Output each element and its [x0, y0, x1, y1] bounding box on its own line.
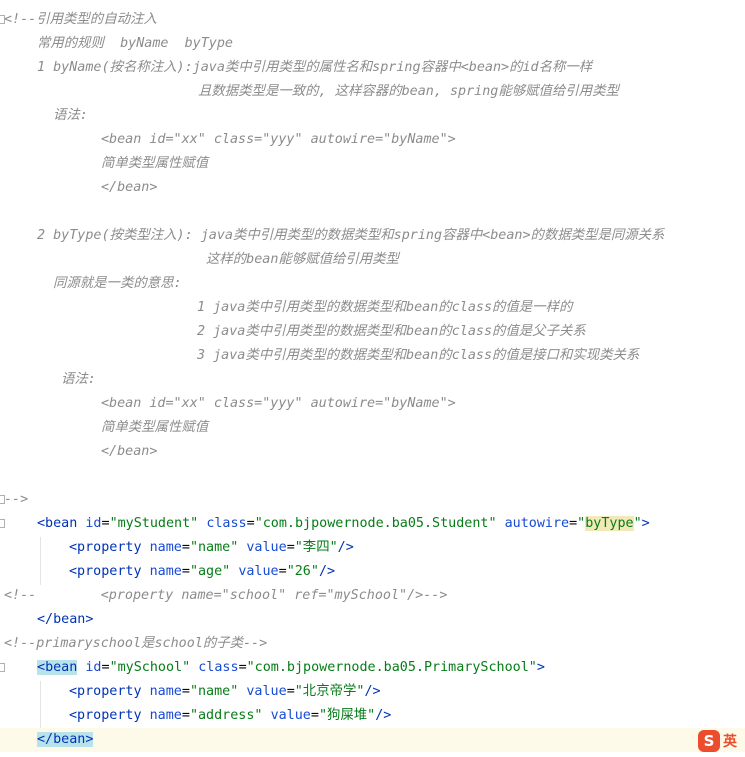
xml-tag: /> [364, 684, 381, 699]
attr-name: value [246, 684, 287, 699]
code-line[interactable]: 语法: [53, 104, 88, 128]
code-line[interactable]: </bean> [101, 440, 157, 464]
xml-tag: <property [69, 708, 142, 723]
xml-tag: /> [375, 708, 392, 723]
attr-name: class [206, 516, 247, 531]
ime-language-label: 英 [723, 734, 737, 750]
code-line[interactable]: 1 java类中引用类型的数据类型和bean的class的值是一样的 [197, 296, 572, 320]
xml-tag: > [641, 516, 650, 531]
xml-tag: > [536, 660, 545, 675]
attr-value: "mySchool" [109, 660, 191, 675]
attr-value: "com.bjpowernode.ba05.PrimarySchool" [246, 660, 537, 675]
attr-value: " [633, 516, 642, 531]
attr-name: name [149, 540, 182, 555]
fold-marker-icon[interactable] [0, 519, 5, 528]
code-line-bean-school[interactable]: <bean id="mySchool" class="com.bjpowerno… [37, 656, 545, 680]
indent-guide [40, 537, 41, 585]
attr-value: "com.bjpowernode.ba05.Student" [254, 516, 497, 531]
code-line[interactable]: 简单类型属性赋值 [101, 416, 208, 440]
code-line-bean-student[interactable]: <bean id="myStudent" class="com.bjpowern… [37, 512, 650, 536]
attr-name: name [149, 708, 182, 723]
code-line[interactable]: 1 byName(按名称注入):java类中引用类型的属性名和spring容器中… [37, 56, 592, 80]
attr-name: autowire [504, 516, 570, 531]
sogou-logo-icon: S [698, 730, 720, 752]
code-line-comment-primary[interactable]: <!--primaryschool是school的子类--> [4, 632, 267, 656]
code-line[interactable]: 常用的规则 byName byType [37, 32, 233, 56]
attr-name: name [149, 564, 182, 579]
attr-value: "address" [189, 708, 263, 723]
highlighted-word: byType [585, 516, 634, 531]
xml-tag: /> [318, 564, 336, 579]
code-line-property-name[interactable]: <property name="name" value="李四"/> [69, 536, 354, 560]
code-line[interactable]: <bean id="xx" class="yyy" autowire="byNa… [101, 128, 456, 152]
code-line-property-school-name[interactable]: <property name="name" value="北京帝学"/> [69, 680, 381, 704]
code-line[interactable]: --> [4, 488, 28, 512]
attr-name: value [238, 564, 279, 579]
matched-tag-open: <bean [37, 660, 78, 675]
attr-name: value [270, 708, 311, 723]
xml-tag: <property [69, 564, 142, 579]
xml-tag: <property [69, 540, 142, 555]
attr-value: "李四" [294, 540, 338, 555]
attr-value: "age" [189, 564, 231, 579]
code-line[interactable]: </bean> [101, 176, 157, 200]
attr-name: value [246, 540, 287, 555]
attr-name: name [149, 684, 182, 699]
attr-value: "name" [189, 540, 239, 555]
attr-value: "myStudent" [109, 516, 199, 531]
indent-guide [40, 681, 41, 729]
code-line-bean-end[interactable]: </bean> [37, 608, 93, 632]
attr-name: id [85, 516, 102, 531]
xml-tag: /> [337, 540, 354, 555]
attr-name: class [198, 660, 239, 675]
xml-tag: <bean [37, 516, 78, 531]
attr-value: "26" [286, 564, 319, 579]
code-line[interactable]: 3 java类中引用类型的数据类型和bean的class的值是接口和实现类关系 [197, 344, 639, 368]
code-line[interactable]: <bean id="xx" class="yyy" autowire="byNa… [101, 392, 456, 416]
code-line[interactable]: 语法: [61, 368, 96, 392]
code-line-commented-property[interactable]: <!-- <property name="school" ref="myScho… [4, 584, 447, 608]
attr-value: "北京帝学" [294, 684, 365, 699]
matched-tag-close: </bean> [37, 732, 94, 747]
code-line[interactable]: 2 byType(按类型注入): java类中引用类型的数据类型和spring容… [37, 224, 664, 248]
fold-marker-icon[interactable] [0, 663, 5, 672]
code-line[interactable]: 同源就是一类的意思: [53, 272, 182, 296]
code-line-current[interactable]: </bean> [0, 728, 745, 752]
code-line[interactable]: 2 java类中引用类型的数据类型和bean的class的值是父子关系 [197, 320, 586, 344]
code-line-property-age[interactable]: <property name="age" value="26"/> [69, 560, 335, 584]
code-line-property-address[interactable]: <property name="address" value="狗屎堆"/> [69, 704, 391, 728]
code-line[interactable]: 简单类型属性赋值 [101, 152, 208, 176]
xml-tag: <property [69, 684, 142, 699]
attr-value: "狗屎堆" [318, 708, 376, 723]
attr-name: id [85, 660, 102, 675]
ime-indicator[interactable]: S 英 [698, 729, 745, 753]
code-line[interactable]: <!--引用类型的自动注入 [4, 8, 157, 32]
code-line[interactable]: 这样的bean能够赋值给引用类型 [206, 248, 399, 272]
code-line[interactable]: 且数据类型是一致的, 这样容器的bean, spring能够赋值给引用类型 [198, 80, 619, 104]
attr-value: "name" [189, 684, 239, 699]
